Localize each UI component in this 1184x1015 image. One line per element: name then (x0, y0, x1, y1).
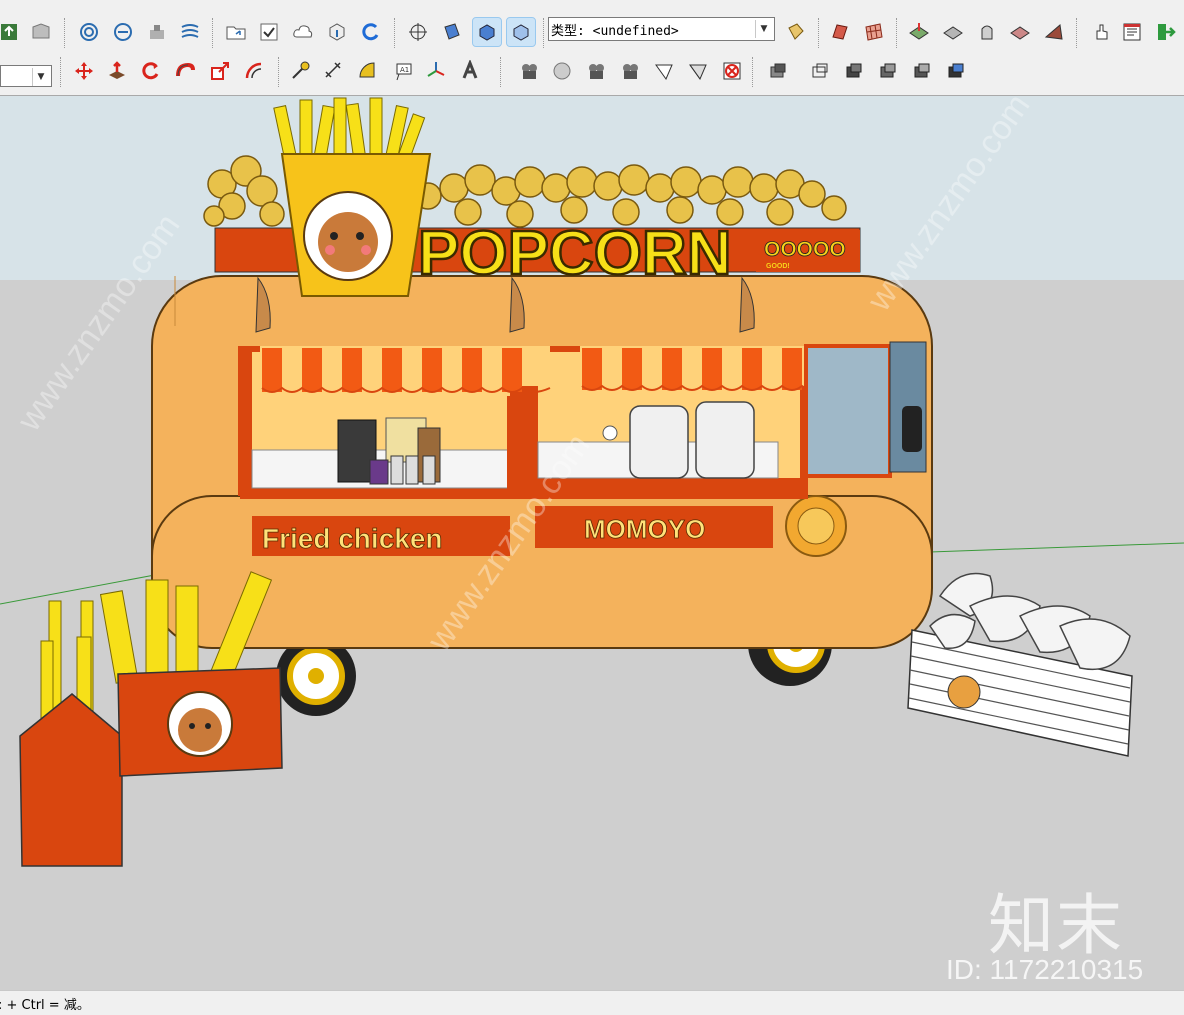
move-icon[interactable] (70, 57, 98, 85)
fries-sign (273, 97, 432, 297)
add-detail-icon[interactable] (1006, 18, 1034, 46)
status-text: : + Ctrl = 减。 (0, 998, 90, 1013)
open-folder-icon[interactable] (222, 18, 250, 46)
good-badge-sign: OOOOO GOOD! (756, 230, 860, 272)
warehouse-icon[interactable] (27, 18, 55, 46)
share-component-icon[interactable] (323, 18, 351, 46)
style-back-icon[interactable] (438, 18, 466, 46)
section-plane-icon[interactable] (650, 57, 678, 85)
toolbar-separator (212, 18, 213, 48)
zoom-window-icon[interactable] (616, 57, 644, 85)
xray-icon[interactable] (764, 57, 792, 85)
drape-icon[interactable] (176, 18, 204, 46)
push-pull-icon[interactable] (103, 57, 131, 85)
hidden-line-icon[interactable] (840, 57, 868, 85)
chicken-crate (907, 572, 1133, 757)
model-info-icon[interactable] (1118, 18, 1146, 46)
toolbar-separator (1076, 18, 1077, 48)
smoove-icon[interactable] (939, 18, 967, 46)
offset-icon[interactable] (240, 57, 268, 85)
shaded-icon[interactable] (874, 57, 902, 85)
stamp-icon[interactable] (143, 18, 171, 46)
flip-triangle-icon[interactable] (1040, 18, 1068, 46)
shaded-textures-icon[interactable] (908, 57, 936, 85)
good-badge-small-text: GOOD! (766, 263, 790, 270)
fried-chicken-text: Fried chicken (262, 523, 443, 554)
text-icon[interactable]: A1 (390, 57, 418, 85)
momoyo-text: MOMOYO (584, 514, 705, 544)
paint-bucket-icon[interactable] (782, 18, 810, 46)
toolbar-separator (896, 18, 897, 48)
type-dropdown-value: 类型: <undefined> (551, 24, 679, 39)
watermark-id: ID: 1172210315 (946, 954, 1144, 985)
protractor-icon[interactable] (354, 57, 382, 85)
position-camera-icon[interactable] (404, 18, 432, 46)
toolbar-separator (543, 18, 544, 48)
status-bar: : + Ctrl = 减。 (0, 990, 1184, 1015)
3d-text-icon[interactable] (456, 57, 484, 85)
toolbar-separator (278, 57, 279, 87)
flip-edge-icon[interactable] (973, 18, 1001, 46)
style-front-icon[interactable] (506, 17, 536, 47)
fries-box-left (19, 600, 123, 867)
good-badge-text: OOOOO (764, 238, 846, 261)
toolbar-area: ▼ 类型: <undefined> ▼ A1 (0, 0, 1184, 96)
toolbar-row-2: A1 (0, 57, 1184, 91)
export-green-icon[interactable] (1152, 18, 1180, 46)
refresh-icon[interactable] (357, 18, 385, 46)
cab-window (804, 341, 927, 478)
section-cut-icon[interactable] (718, 57, 746, 85)
hand-pointer-icon[interactable] (1088, 18, 1116, 46)
style-pressed-icon[interactable] (472, 17, 502, 47)
chevron-down-icon: ▼ (755, 20, 772, 38)
axes-icon[interactable] (422, 57, 450, 85)
monochrome-icon[interactable] (942, 57, 970, 85)
scale-icon[interactable] (206, 57, 234, 85)
terrain-icon[interactable] (905, 18, 933, 46)
fries-box-right (99, 571, 283, 777)
grid-surface-icon[interactable] (860, 18, 888, 46)
rotate-icon[interactable] (137, 57, 165, 85)
toolbar-separator (394, 18, 395, 48)
material-icon[interactable] (826, 18, 854, 46)
follow-me-icon[interactable] (171, 57, 199, 85)
pan-icon[interactable] (548, 57, 576, 85)
zoom-icon[interactable] (582, 57, 610, 85)
orbit-icon[interactable] (515, 57, 543, 85)
display-section-icon[interactable] (684, 57, 712, 85)
checkbox-icon[interactable] (255, 18, 283, 46)
sandbox-contours-icon[interactable] (75, 18, 103, 46)
svg-text:A1: A1 (400, 66, 409, 74)
tape-measure-icon[interactable] (286, 57, 314, 85)
cloud-icon[interactable] (289, 18, 317, 46)
wireframe-icon[interactable] (806, 57, 834, 85)
model-viewport[interactable]: OOOOO GOOD! Fried chicken MOMOYO POPCORN… (0, 96, 1184, 990)
toolbar-separator (60, 57, 61, 87)
toolbar-separator (818, 18, 819, 48)
toolbar-separator (64, 18, 65, 48)
sandbox-scratch-icon[interactable] (109, 18, 137, 46)
popcorn-sign: POPCORN (418, 219, 731, 288)
toolbar-separator (500, 57, 501, 87)
toolbar-separator (752, 57, 753, 87)
upload-icon[interactable] (0, 18, 24, 46)
dimension-icon[interactable] (320, 57, 348, 85)
